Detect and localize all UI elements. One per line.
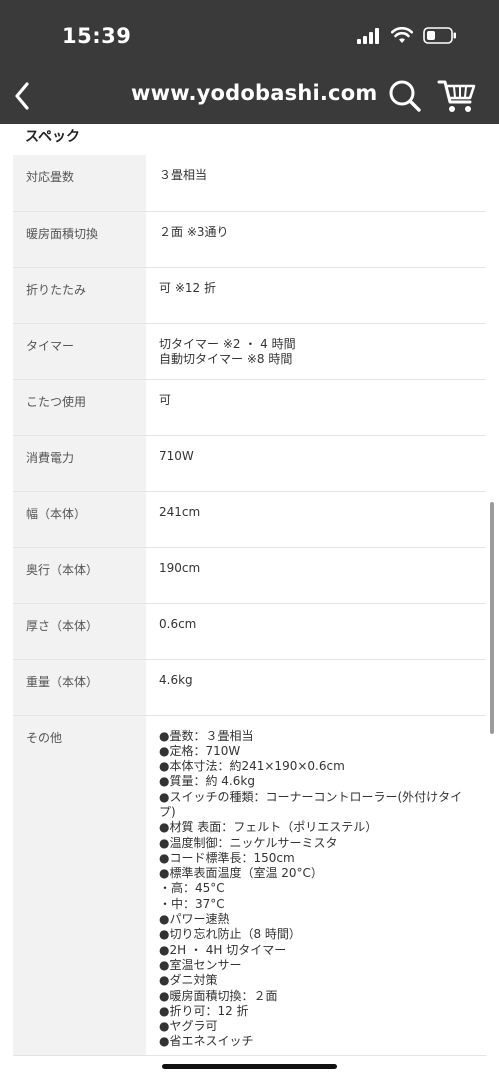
spec-label: 対応畳数 (13, 155, 146, 212)
other-line: ●定格：710W (159, 743, 241, 758)
spec-table: 対応畳数 ３畳相当 暖房面積切換 ２面 ※3通り 折りたたみ 可 ※12 折 タ… (13, 155, 486, 1056)
spec-value: 710W (146, 435, 486, 492)
spec-row: 折りたたみ 可 ※12 折 (13, 267, 486, 324)
cart-icon (437, 80, 476, 112)
cart-button[interactable] (437, 78, 477, 114)
other-line: ●材質 表面：フェルト（ポリエステル） (159, 820, 378, 835)
spec-value: 0.6cm (146, 603, 486, 660)
spec-label: 幅（本体） (13, 491, 146, 548)
spec-value: ２面 ※3通り (146, 211, 486, 268)
other-line: ●切り忘れ防止（8 時間） (159, 927, 301, 942)
home-indicator[interactable] (162, 1064, 337, 1069)
spec-label: 折りたたみ (13, 267, 146, 324)
spec-row: タイマー 切タイマー ※2 ・ 4 時間 自動切タイマー ※8 時間 (13, 323, 486, 380)
other-line: ●本体寸法：約241×190×0.6cm (159, 759, 345, 774)
spec-value: 可 ※12 折 (146, 267, 486, 324)
other-line: ・高：45°C (159, 881, 225, 896)
spec-label: こたつ使用 (13, 379, 146, 436)
other-line: プ) (159, 804, 176, 819)
other-line: ・中：37°C (159, 896, 225, 911)
wifi-icon (391, 27, 413, 43)
content-area: スペック 対応畳数 ３畳相当 暖房面積切換 ２面 ※3通り 折りたたみ 可 ※1… (0, 124, 499, 1080)
nav-bar: www.yodobashi.com (0, 68, 499, 124)
spec-value: 190cm (146, 547, 486, 604)
spec-row: 幅（本体） 241cm (13, 491, 486, 548)
other-line: ●標準表面温度（室温 20°C） (159, 866, 323, 881)
back-button[interactable] (8, 80, 36, 112)
status-time: 15:39 (62, 24, 132, 48)
spec-row: 奥行（本体） 190cm (13, 547, 486, 604)
scrollbar[interactable] (490, 502, 494, 734)
search-icon (389, 80, 421, 112)
other-line: ●室温センサー (159, 957, 242, 972)
spec-label: 奥行（本体） (13, 547, 146, 604)
other-line: ●スイッチの種類：コーナーコントローラー(外付けタイ (159, 789, 463, 804)
spec-label: 暖房面積切換 (13, 211, 146, 268)
search-button[interactable] (388, 79, 422, 113)
other-line: ●パワー速熱 (159, 912, 230, 927)
spec-label: 消費電力 (13, 435, 146, 492)
spec-row: こたつ使用 可 (13, 379, 486, 436)
other-line: ●ヤグラ可 (159, 1019, 218, 1034)
site-title[interactable]: www.yodobashi.com (131, 81, 377, 105)
spec-label: 厚さ（本体） (13, 603, 146, 660)
spec-value: 4.6kg (146, 659, 486, 716)
signal-icon (357, 27, 379, 44)
status-bar: 15:39 (0, 0, 499, 68)
section-title: スペック (25, 129, 81, 145)
spec-row-other: その他 ●畳数：３畳相当 ●定格：710W ●本体寸法：約241×190×0.6… (13, 715, 486, 1056)
other-line: ●2H ・ 4H 切タイマー (159, 942, 287, 957)
spec-value: ３畳相当 (146, 155, 486, 212)
other-line: ●省エネスイッチ (159, 1034, 254, 1049)
status-icons (357, 27, 457, 44)
spec-value: 241cm (146, 491, 486, 548)
spec-row: 厚さ（本体） 0.6cm (13, 603, 486, 660)
other-line: ●折り可：12 折 (159, 1003, 249, 1018)
spec-value: 可 (146, 379, 486, 436)
battery-icon (423, 27, 456, 44)
spec-row: 対応畳数 ３畳相当 (13, 155, 486, 212)
other-line: ●コード標準長：150cm (159, 850, 295, 865)
spec-label: その他 (13, 715, 146, 1056)
other-line: ●ダニ対策 (159, 973, 218, 988)
other-line: ●質量：約 4.6kg (159, 774, 255, 789)
other-line: ●温度制御：ニッケルサーミスタ (159, 835, 338, 850)
spec-value: 切タイマー ※2 ・ 4 時間 自動切タイマー ※8 時間 (146, 323, 486, 380)
back-chevron-icon (15, 82, 29, 110)
spec-row: 重量（本体） 4.6kg (13, 659, 486, 716)
spec-label: タイマー (13, 323, 146, 380)
spec-row: 暖房面積切換 ２面 ※3通り (13, 211, 486, 268)
spec-label: 重量（本体） (13, 659, 146, 716)
spec-row: 消費電力 710W (13, 435, 486, 492)
other-line: ●暖房面積切換：２面 (159, 988, 278, 1003)
other-line: ●畳数：３畳相当 (159, 728, 254, 743)
spec-value-other: ●畳数：３畳相当 ●定格：710W ●本体寸法：約241×190×0.6cm ●… (146, 715, 486, 1056)
